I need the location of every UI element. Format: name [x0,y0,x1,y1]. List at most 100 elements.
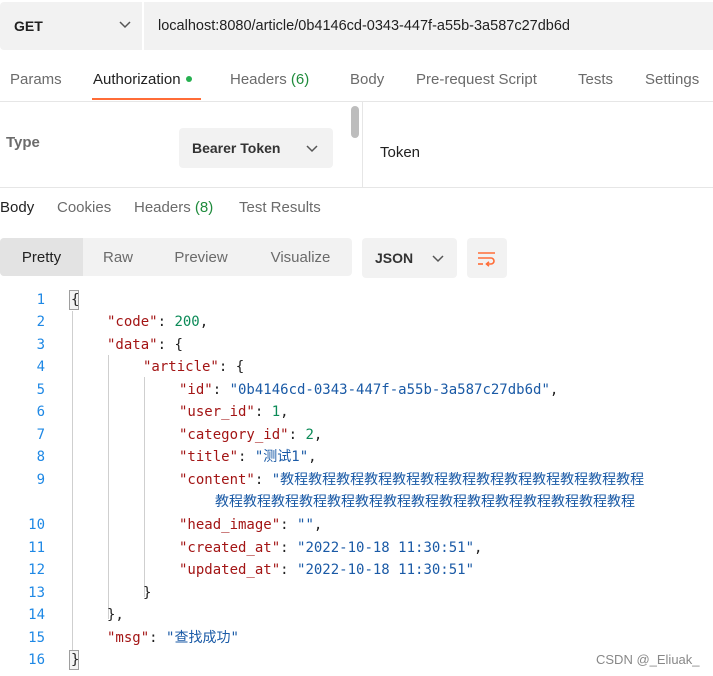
json-string: "0b4146cd-0343-447f-a55b-3a587c27db6d" [229,382,550,398]
response-tab-test-results[interactable]: Test Results [239,199,321,216]
tab-label: Headers [134,199,191,216]
json-comma: , [280,404,289,420]
json-brace: { [174,337,183,353]
json-colon: : [254,472,272,488]
tab-tests[interactable]: Tests [578,71,613,88]
json-key: "title" [179,449,239,465]
json-key: "created_at" [179,540,281,556]
line-number: 14 [28,607,45,623]
line-number: 4 [36,359,45,375]
json-colon: : [157,314,175,330]
scrollbar-thumb[interactable] [351,106,359,138]
view-pretty-button[interactable]: Pretty [0,238,83,276]
method-select[interactable]: GET [0,2,142,50]
line-number: 6 [36,404,45,420]
active-tab-underline [92,98,201,100]
json-string: "查找成功" [166,630,239,646]
json-colon: : [280,517,298,533]
json-key: "id" [179,382,213,398]
chevron-down-icon [306,145,318,153]
divider [0,187,713,188]
line-number: 2 [36,314,45,330]
line-number: 15 [28,630,45,646]
pane-divider[interactable] [362,102,363,187]
response-tab-cookies[interactable]: Cookies [57,199,111,216]
format-value: JSON [375,250,414,266]
code-line: "code": 200, [107,311,208,333]
json-comma: , [549,382,559,398]
json-colon: : [288,427,306,443]
tab-label: Params [10,71,62,88]
json-key: "article" [143,359,219,375]
url-input[interactable]: localhost:8080/article/0b4146cd-0343-447… [144,2,713,50]
tab-prerequest-script[interactable]: Pre-request Script [416,71,537,88]
tab-label: Body [350,71,385,88]
json-brace: { [71,292,80,308]
line-number: 11 [28,540,45,556]
watermark: CSDN @_Eliuak_ [596,652,700,667]
indent-guide [72,311,73,663]
view-visualize-button[interactable]: Visualize [249,238,352,276]
code-line: "updated_at": "2022-10-18 11:30:51" [179,559,474,581]
view-mode-segmented-control: Pretty Raw Preview Visualize [0,238,352,276]
json-brace: } [71,652,80,668]
code-line: "title": "测试1", [179,446,317,468]
json-key: "updated_at" [179,562,281,578]
code-line: "article": { [143,356,244,378]
auth-type-select[interactable]: Bearer Token [179,128,333,168]
wrap-lines-button[interactable] [467,238,507,278]
response-tab-headers[interactable]: Headers (8) [134,199,213,216]
code-line-wrapped: 教程教程教程教程教程教程教程教程教程教程教程教程教程教程教程 [215,491,635,513]
headers-count: (8) [194,199,214,216]
method-value: GET [14,18,43,34]
code-line: "user_id": 1, [179,401,289,423]
view-raw-button[interactable]: Raw [83,238,153,276]
json-string: 教程教程教程教程教程教程教程教程教程教程教程教程教程教程教程 [215,494,635,510]
json-string: "" [297,517,314,533]
tab-label: Tests [578,71,614,88]
json-colon: : [218,359,236,375]
json-key: "code" [107,314,158,330]
tab-params[interactable]: Params [10,71,62,88]
code-line: } [143,582,151,604]
code-line: "category_id": 2, [179,424,322,446]
json-number: 200 [174,314,200,330]
line-number: 5 [36,382,45,398]
tab-authorization[interactable]: Authorization [93,71,192,88]
tab-label: Authorization [93,71,181,88]
code-line: "id": "0b4146cd-0343-447f-a55b-3a587c27d… [179,379,558,401]
json-key: "head_image" [179,517,281,533]
json-colon: : [280,540,298,556]
code-line: } [71,649,79,671]
code-line: { [71,289,79,311]
json-comma: , [308,449,317,465]
json-key: "data" [107,337,158,353]
json-string: "教程教程教程教程教程教程教程教程教程教程教程教程教程 [271,472,645,488]
line-number: 10 [28,517,45,533]
chevron-down-icon [119,21,131,29]
line-number: 7 [36,427,45,443]
tab-settings[interactable]: Settings [645,71,699,88]
tab-label: Body [0,199,35,216]
view-preview-button[interactable]: Preview [153,238,249,276]
response-tab-body[interactable]: Body [0,199,34,216]
line-number: 13 [28,585,45,601]
format-select[interactable]: JSON [362,238,457,278]
tab-body[interactable]: Body [350,71,384,88]
code-line: "content": "教程教程教程教程教程教程教程教程教程教程教程教程教程 [179,469,644,491]
response-body-viewer[interactable]: 1 2 3 4 5 6 7 8 9 10 11 12 13 14 15 16 {… [0,289,713,676]
line-number: 12 [28,562,45,578]
tab-headers[interactable]: Headers (6) [230,71,309,88]
code-line: "msg": "查找成功" [107,627,239,649]
json-key: "msg" [107,630,150,646]
headers-count: (6) [290,71,310,88]
chevron-down-icon [432,255,444,263]
json-key: "category_id" [179,427,289,443]
json-brace: } [143,585,152,601]
indent-guide [144,377,145,597]
url-bar: GET localhost:8080/article/0b4146cd-0343… [0,2,713,50]
tab-label: Cookies [57,199,112,216]
code-line: "data": { [107,334,183,356]
json-key: "content" [179,472,255,488]
json-colon: : [212,382,230,398]
